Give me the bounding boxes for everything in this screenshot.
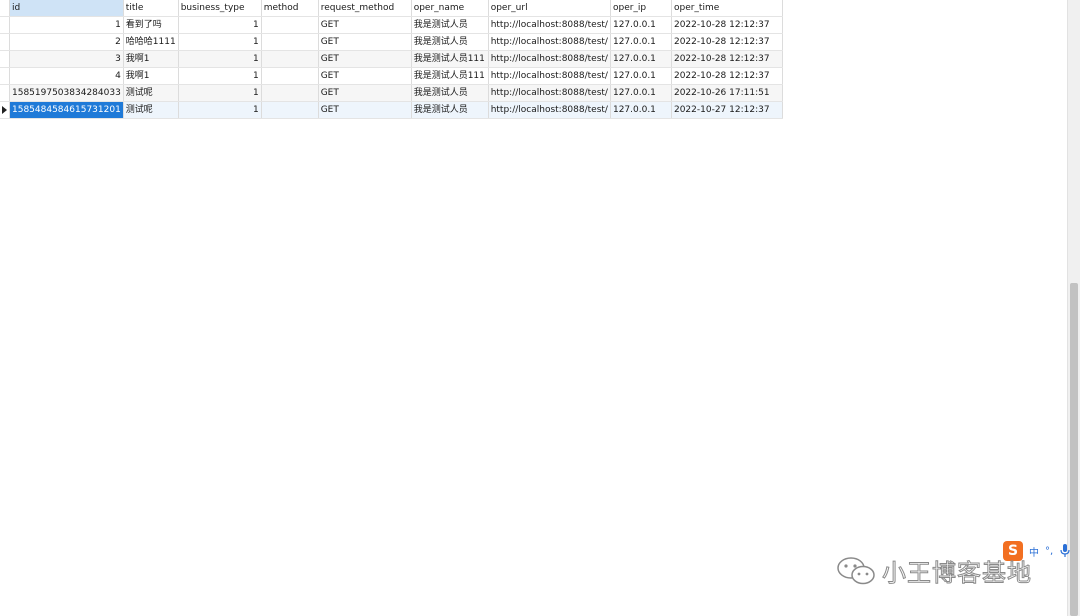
cell-id[interactable]: 2 [9,33,124,51]
cell-oper-name[interactable]: 我是测试人员 [411,33,489,51]
cell-oper-name[interactable]: 我是测试人员111 [411,50,489,68]
column-header-oper-url[interactable]: oper_url [488,0,611,17]
cell-method[interactable] [261,50,319,68]
cell-request-method[interactable]: GET [318,33,412,51]
cell-oper-time[interactable]: 2022-10-28 12:12:37 [671,16,783,34]
ime-punctuation-toggle[interactable]: °, [1045,546,1053,557]
cell-title[interactable]: 看到了吗 [123,16,179,34]
cell-oper-ip[interactable]: 127.0.0.1 [610,101,672,119]
cell-id[interactable]: 1585197503834284033 [9,84,124,102]
cell-title[interactable]: 测试呢 [123,84,179,102]
cell-title[interactable]: 测试呢 [123,101,179,119]
row-header[interactable] [0,101,10,119]
cell-oper-url[interactable]: http://localhost:8088/test/ [488,101,611,119]
cell-oper-time[interactable]: 2022-10-28 12:12:37 [671,33,783,51]
cell-oper-name[interactable]: 我是测试人员 [411,101,489,119]
table-row-selected[interactable]: 1585484584615731201 测试呢 1 GET 我是测试人员 htt… [0,101,783,119]
cell-request-method[interactable]: GET [318,101,412,119]
cell-oper-time[interactable]: 2022-10-26 17:11:51 [671,84,783,102]
cell-business-type[interactable]: 1 [178,33,262,51]
cell-id[interactable]: 1 [9,16,124,34]
row-header[interactable] [0,50,10,68]
column-header-business-type[interactable]: business_type [178,0,262,17]
cell-request-method[interactable]: GET [318,50,412,68]
cell-method[interactable] [261,101,319,119]
wechat-icon [837,556,875,584]
cell-title[interactable]: 我啊1 [123,50,179,68]
cell-oper-ip[interactable]: 127.0.0.1 [610,67,672,85]
cell-oper-time[interactable]: 2022-10-28 12:12:37 [671,50,783,68]
cell-title[interactable]: 我啊1 [123,67,179,85]
header-row: id title business_type method request_me… [0,0,783,17]
cell-oper-ip[interactable]: 127.0.0.1 [610,50,672,68]
row-header[interactable] [0,16,10,34]
cell-business-type[interactable]: 1 [178,101,262,119]
cell-oper-time[interactable]: 2022-10-27 12:12:37 [671,101,783,119]
watermark: 小王博客基地 [836,553,1032,588]
cell-business-type[interactable]: 1 [178,67,262,85]
cell-id[interactable]: 3 [9,50,124,68]
watermark-text: 小王博客基地 [882,559,1032,588]
column-header-oper-ip[interactable]: oper_ip [610,0,672,17]
cell-oper-ip[interactable]: 127.0.0.1 [610,84,672,102]
cell-method[interactable] [261,67,319,85]
cell-method[interactable] [261,84,319,102]
cell-request-method[interactable]: GET [318,67,412,85]
row-header-corner[interactable] [0,0,10,17]
vertical-scrollbar-thumb[interactable] [1070,283,1078,616]
cell-oper-url[interactable]: http://localhost:8088/test/ [488,50,611,68]
vertical-scrollbar[interactable] [1067,0,1080,616]
cell-oper-name[interactable]: 我是测试人员 [411,84,489,102]
table-row[interactable]: 2 哈哈哈1111 1 GET 我是测试人员 http://localhost:… [0,33,783,51]
column-header-request-method[interactable]: request_method [318,0,412,17]
cell-business-type[interactable]: 1 [178,50,262,68]
column-header-oper-time[interactable]: oper_time [671,0,783,17]
cell-business-type[interactable]: 1 [178,16,262,34]
cell-id[interactable]: 4 [9,67,124,85]
table-row[interactable]: 1585197503834284033 测试呢 1 GET 我是测试人员 htt… [0,84,783,102]
cell-method[interactable] [261,33,319,51]
cell-oper-url[interactable]: http://localhost:8088/test/ [488,33,611,51]
cell-oper-url[interactable]: http://localhost:8088/test/ [488,16,611,34]
table-row[interactable]: 4 我啊1 1 GET 我是测试人员111 http://localhost:8… [0,67,783,85]
row-header[interactable] [0,84,10,102]
row-header[interactable] [0,67,10,85]
cell-request-method[interactable]: GET [318,84,412,102]
cell-oper-name[interactable]: 我是测试人员111 [411,67,489,85]
cell-oper-url[interactable]: http://localhost:8088/test/ [488,84,611,102]
table-row[interactable]: 1 看到了吗 1 GET 我是测试人员 http://localhost:808… [0,16,783,34]
query-result-window: id title business_type method request_me… [0,0,1080,616]
column-header-id[interactable]: id [9,0,124,17]
column-header-method[interactable]: method [261,0,319,17]
column-header-title[interactable]: title [123,0,179,17]
cell-title[interactable]: 哈哈哈1111 [123,33,179,51]
microphone-icon[interactable] [1059,544,1071,558]
column-header-oper-name[interactable]: oper_name [411,0,489,17]
cell-oper-url[interactable]: http://localhost:8088/test/ [488,67,611,85]
table-row[interactable]: 3 我啊1 1 GET 我是测试人员111 http://localhost:8… [0,50,783,68]
cell-oper-ip[interactable]: 127.0.0.1 [610,33,672,51]
cell-method[interactable] [261,16,319,34]
cell-oper-ip[interactable]: 127.0.0.1 [610,16,672,34]
result-grid[interactable]: id title business_type method request_me… [0,0,783,119]
cell-oper-name[interactable]: 我是测试人员 [411,16,489,34]
cell-request-method[interactable]: GET [318,16,412,34]
current-row-pointer-icon [2,105,7,114]
cell-oper-time[interactable]: 2022-10-28 12:12:37 [671,67,783,85]
cell-id-selected[interactable]: 1585484584615731201 [9,101,124,119]
row-header[interactable] [0,33,10,51]
cell-business-type[interactable]: 1 [178,84,262,102]
